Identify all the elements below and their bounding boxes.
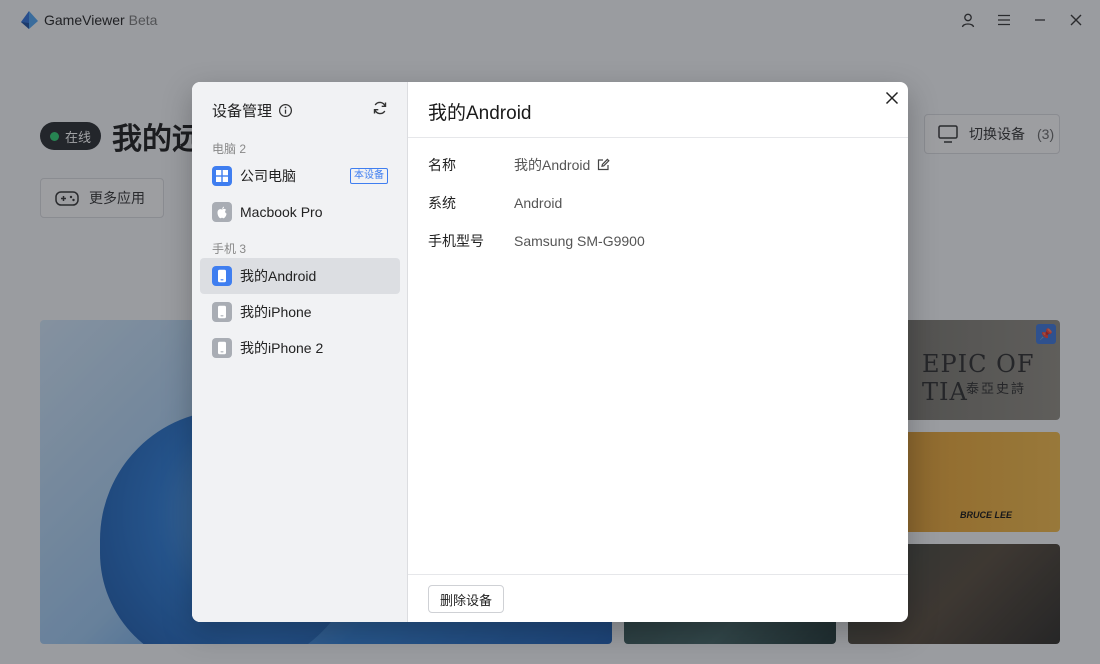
- apple-icon: [212, 202, 232, 222]
- device-item-company-pc[interactable]: 公司电脑 本设备: [200, 158, 400, 194]
- detail-title: 我的Android: [428, 103, 532, 124]
- device-item-label: Macbook Pro: [240, 204, 323, 220]
- delete-device-button[interactable]: 删除设备: [428, 585, 505, 613]
- refresh-icon: [373, 101, 387, 115]
- phone-icon: [212, 266, 232, 286]
- field-value: Samsung SM-G9900: [514, 233, 645, 249]
- device-item-my-iphone[interactable]: 我的iPhone: [200, 294, 400, 330]
- field-system: 系统 Android: [428, 193, 562, 213]
- device-item-my-android[interactable]: 我的Android: [200, 258, 400, 294]
- field-key: 系统: [428, 195, 456, 211]
- field-key: 手机型号: [428, 233, 484, 249]
- phone-icon: [212, 338, 232, 358]
- device-sidebar: 设备管理 电脑 2 公司电脑 本设备 Macbook Pro 手机 3 我的An…: [192, 82, 408, 622]
- group-label-pc: 电脑 2: [212, 142, 247, 156]
- device-detail-panel: 我的Android 名称 我的Android 系统 Android 手机型号 S…: [408, 82, 908, 622]
- device-name-value: 我的Android: [514, 157, 591, 173]
- device-item-macbook-pro[interactable]: Macbook Pro: [200, 194, 400, 230]
- this-device-badge: 本设备: [350, 168, 388, 184]
- field-key: 名称: [428, 157, 456, 173]
- device-item-label: 我的Android: [240, 268, 317, 284]
- device-item-label: 我的iPhone 2: [240, 340, 324, 356]
- sidebar-header: 设备管理: [212, 98, 293, 122]
- windows-icon: [212, 166, 232, 186]
- field-value: 我的Android: [514, 155, 610, 175]
- device-item-my-iphone-2[interactable]: 我的iPhone 2: [200, 330, 400, 366]
- dialog-close-button[interactable]: [882, 88, 902, 108]
- field-value: Android: [514, 195, 563, 211]
- edit-icon[interactable]: [596, 158, 610, 172]
- detail-header: 我的Android: [408, 82, 908, 138]
- group-label-phone: 手机 3: [212, 242, 247, 256]
- device-item-label: 我的iPhone: [240, 304, 312, 320]
- refresh-button[interactable]: [370, 98, 390, 118]
- phone-icon: [212, 302, 232, 322]
- field-name: 名称 我的Android: [428, 155, 610, 175]
- field-model: 手机型号 Samsung SM-G9900: [428, 231, 645, 251]
- info-icon[interactable]: [278, 103, 293, 118]
- device-management-dialog: 设备管理 电脑 2 公司电脑 本设备 Macbook Pro 手机 3 我的An…: [192, 82, 908, 622]
- sidebar-title: 设备管理: [212, 102, 273, 120]
- close-icon: [885, 91, 899, 105]
- device-item-label: 公司电脑: [240, 168, 296, 184]
- detail-footer: 删除设备: [408, 574, 908, 622]
